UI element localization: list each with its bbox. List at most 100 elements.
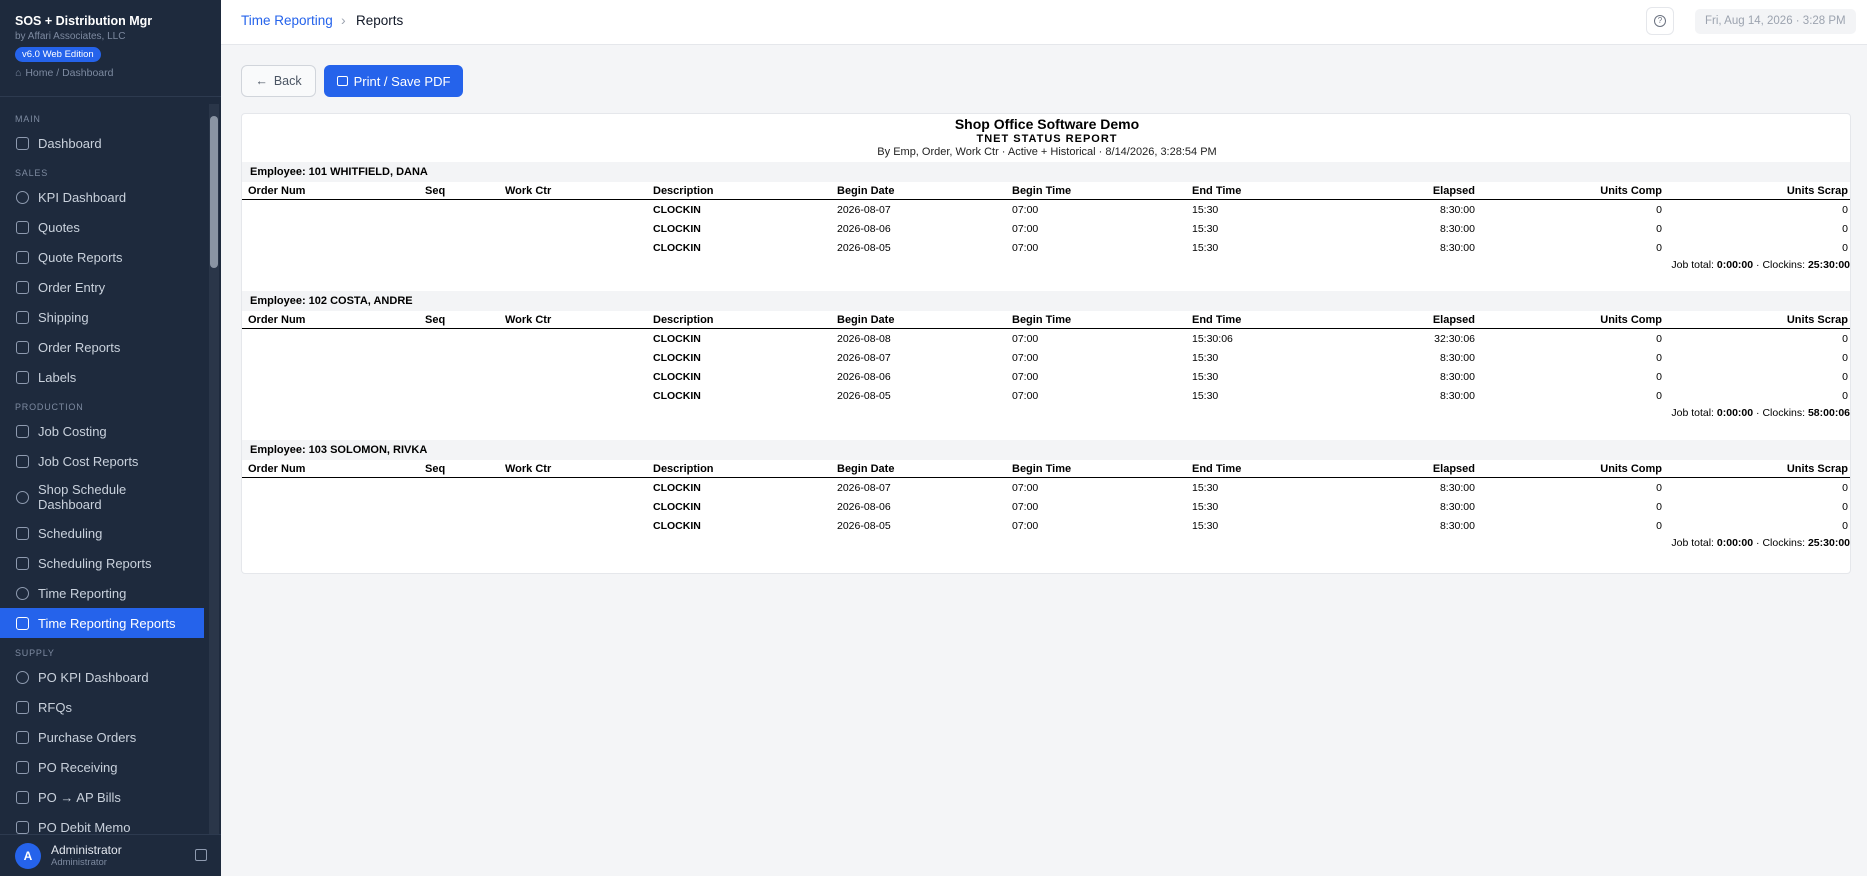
sidebar-item-quotes[interactable]: Quotes xyxy=(0,212,204,242)
sidebar-item-label: PO → AP Bills xyxy=(38,789,121,805)
sidebar-item-shop-schedule-dashboard[interactable]: Shop Schedule Dashboard xyxy=(0,476,204,518)
cell-units-comp: 0 xyxy=(1656,333,1662,345)
sidebar-item-label: Shipping xyxy=(38,309,89,325)
sidebar-item-order-entry[interactable]: Order Entry xyxy=(0,272,204,302)
home-icon: ⌂ xyxy=(15,67,22,79)
cell-description: CLOCKIN xyxy=(653,371,701,383)
cart-icon xyxy=(16,280,29,294)
cell-units-comp: 0 xyxy=(1656,390,1662,402)
calendar-icon xyxy=(16,526,29,540)
column-header-seq: Seq xyxy=(425,185,446,197)
sidebar-item-scheduling[interactable]: Scheduling xyxy=(0,518,204,548)
sidebar: SOS + Distribution Mgr by Affari Associa… xyxy=(0,0,221,876)
sidebar-item-job-costing[interactable]: Job Costing xyxy=(0,416,204,446)
help-button[interactable]: ? xyxy=(1646,7,1674,35)
user-profile[interactable]: A Administrator Administrator xyxy=(0,834,221,876)
sidebar-item-rfqs[interactable]: RFQs xyxy=(0,692,204,722)
sidebar-item-label: Labels xyxy=(38,369,77,385)
section-production: PRODUCTION xyxy=(15,402,84,412)
edition-badge: v6.0 Web Edition xyxy=(15,47,101,62)
cell-elapsed: 8:30:00 xyxy=(1439,501,1475,513)
cell-units-comp: 0 xyxy=(1656,371,1662,383)
sidebar-item-dashboard[interactable]: Dashboard xyxy=(0,128,204,158)
column-header-units-comp: Units Comp xyxy=(1600,185,1662,197)
column-header-elapsed: Elapsed xyxy=(1432,185,1475,197)
cell-units-scrap: 0 xyxy=(1842,204,1848,216)
user-info: Administrator Administrator xyxy=(51,843,122,868)
total-clockins-value: 25:30:00 xyxy=(1807,259,1850,271)
sidebar-item-label-line2: Dashboard xyxy=(38,497,102,512)
home-breadcrumb[interactable]: ⌂ Home / Dashboard xyxy=(15,67,206,79)
back-button[interactable]: ← Back xyxy=(241,65,316,97)
cell-units-comp: 0 xyxy=(1656,223,1662,235)
sidebar-item-label: Job Cost Reports xyxy=(38,453,139,469)
sidebar-item-shipping[interactable]: Shipping xyxy=(0,302,204,332)
cell-begin-date: 2026-08-07 xyxy=(837,482,891,494)
column-header-end-time: End Time xyxy=(1192,314,1242,326)
sidebar-item-job-cost-reports[interactable]: Job Cost Reports xyxy=(0,446,204,476)
logout-icon[interactable] xyxy=(195,849,207,861)
package-icon xyxy=(16,760,29,774)
cell-description: CLOCKIN xyxy=(653,482,701,494)
column-header-work-ctr: Work Ctr xyxy=(505,314,552,326)
sidebar-item-po-kpi-dashboard[interactable]: PO KPI Dashboard xyxy=(0,662,204,692)
sidebar-item-po-debit-memo[interactable]: PO Debit Memo xyxy=(0,812,204,834)
cell-end-time: 15:30 xyxy=(1192,501,1219,513)
cell-units-scrap: 0 xyxy=(1842,520,1848,532)
sidebar-item-quote-reports[interactable]: Quote Reports xyxy=(0,242,204,272)
column-header-description: Description xyxy=(653,185,714,197)
table-row: CLOCKIN 2026-08-08 07:00 15:30:06 32:30:06 0 0 xyxy=(242,330,1850,349)
arrow-left-icon: ← xyxy=(255,74,268,88)
column-header-elapsed: Elapsed xyxy=(1432,314,1475,326)
column-header-begin-time: Begin Time xyxy=(1012,463,1072,475)
employee-header: Employee: 102 COSTA, ANDRE xyxy=(242,291,1850,311)
column-header-end-time: End Time xyxy=(1192,185,1242,197)
cell-begin-time: 07:00 xyxy=(1012,223,1039,235)
column-header-begin-date: Begin Date xyxy=(837,463,895,475)
cell-elapsed: 32:30:06 xyxy=(1434,333,1475,345)
table-header-row: Order Num Seq Work Ctr Description Begin Dat… xyxy=(242,311,1850,329)
tag-icon xyxy=(16,370,29,384)
cell-units-scrap: 0 xyxy=(1842,223,1848,235)
sidebar-item-label: Order Reports xyxy=(38,339,121,355)
sidebar-item-purchase-orders[interactable]: Purchase Orders xyxy=(0,722,204,752)
column-header-work-ctr: Work Ctr xyxy=(505,185,552,197)
cell-units-scrap: 0 xyxy=(1842,501,1848,513)
cell-end-time: 15:30 xyxy=(1192,390,1219,402)
cell-end-time: 15:30 xyxy=(1192,352,1219,364)
cell-begin-date: 2026-08-07 xyxy=(837,204,891,216)
column-header-end-time: End Time xyxy=(1192,463,1242,475)
cell-elapsed: 8:30:00 xyxy=(1439,371,1475,383)
help-icon: ? xyxy=(1654,15,1666,27)
breadcrumb-time-reporting[interactable]: Time Reporting xyxy=(241,13,333,28)
sidebar-item-po-receiving[interactable]: PO Receiving xyxy=(0,752,204,782)
total-job-value: 0:00:00 xyxy=(1716,407,1754,419)
table-row: CLOCKIN 2026-08-06 07:00 15:30 8:30:00 0 0 xyxy=(242,220,1850,239)
sidebar-scrollbar-thumb[interactable] xyxy=(210,116,218,268)
sidebar-item-order-reports[interactable]: Order Reports xyxy=(0,332,204,362)
column-header-begin-time: Begin Time xyxy=(1012,185,1072,197)
home-breadcrumb-label: Home / Dashboard xyxy=(25,67,114,79)
sidebar-item-time-reporting[interactable]: Time Reporting xyxy=(0,578,204,608)
sidebar-item-time-reporting-reports[interactable]: Time Reporting Reports xyxy=(0,608,204,638)
grid-icon xyxy=(16,136,29,150)
cell-end-time: 15:30 xyxy=(1192,482,1219,494)
column-header-begin-date: Begin Date xyxy=(837,314,895,326)
cell-begin-date: 2026-08-05 xyxy=(837,520,891,532)
total-job-value: 0:00:00 xyxy=(1716,537,1754,549)
cell-begin-date: 2026-08-07 xyxy=(837,352,891,364)
sidebar-item-label: Dashboard xyxy=(38,135,102,151)
column-header-units-scrap: Units Scrap xyxy=(1786,463,1848,475)
app-title: SOS + Distribution Mgr xyxy=(15,14,153,28)
sidebar-item-label: Quotes xyxy=(38,219,80,235)
sidebar-item-po-ap-bills[interactable]: PO → AP Bills xyxy=(0,782,204,812)
column-header-units-scrap: Units Scrap xyxy=(1786,314,1848,326)
print-button[interactable]: Print / Save PDF xyxy=(324,65,463,97)
sidebar-item-scheduling-reports[interactable]: Scheduling Reports xyxy=(0,548,204,578)
cell-description: CLOCKIN xyxy=(653,352,701,364)
gauge-icon xyxy=(16,670,29,684)
sidebar-item-labels[interactable]: Labels xyxy=(0,362,204,392)
section-supply: SUPPLY xyxy=(15,648,55,658)
employee-totals: Job total: 0:00:00 · Clockins: 25:30:00 xyxy=(1671,259,1850,271)
sidebar-item-kpi-dashboard[interactable]: KPI Dashboard xyxy=(0,182,204,212)
